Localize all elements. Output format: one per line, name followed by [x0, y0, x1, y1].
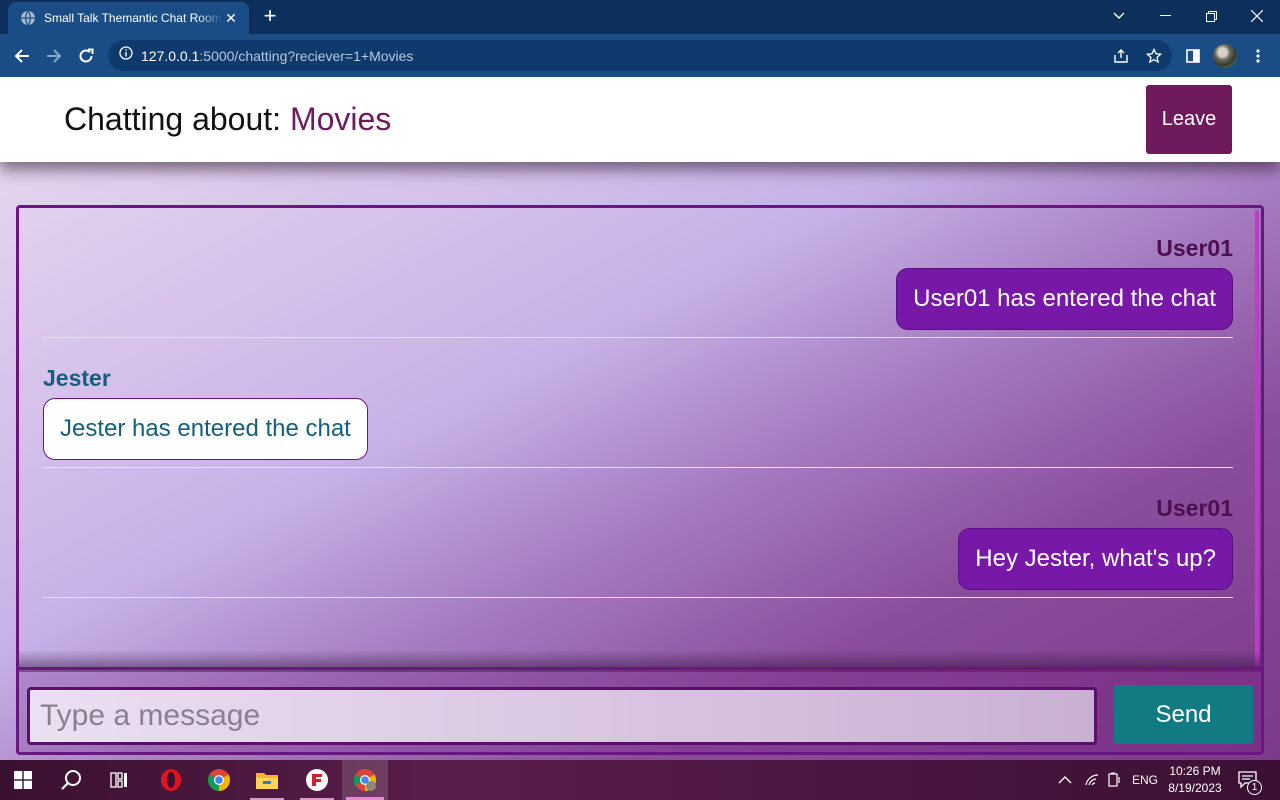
opera-browser-icon[interactable]	[148, 760, 194, 800]
minimize-button[interactable]	[1142, 0, 1188, 32]
chat-page: Chatting about: Movies Leave User01 User…	[0, 77, 1280, 760]
windows-taskbar: ENG 10:26 PM 8/19/2023 1	[0, 760, 1280, 800]
message-bubble: Hey Jester, what's up?	[958, 528, 1233, 590]
url-path: :5000/chatting?reciever=1+Movies	[199, 47, 414, 64]
tab-title: Small Talk Themantic Chat Room	[44, 11, 222, 25]
message-composer: Send	[19, 667, 1261, 752]
browser-toolbar: 127.0.0.1:5000/chatting?reciever=1+Movie…	[0, 34, 1280, 77]
side-panel-icon[interactable]	[1180, 43, 1206, 69]
back-arrow-icon[interactable]	[9, 43, 35, 69]
send-button[interactable]: Send	[1114, 685, 1253, 744]
message-sender: Jester	[43, 365, 111, 391]
reload-icon[interactable]	[73, 43, 99, 69]
message-item: Jester Jester has entered the chat	[43, 338, 1233, 468]
message-item: User01 User01 has entered the chat	[43, 208, 1233, 338]
message-list: User01 User01 has entered the chat Jeste…	[43, 208, 1233, 598]
clock-date: 8/19/2023	[1168, 781, 1222, 795]
chat-box: User01 User01 has entered the chat Jeste…	[16, 205, 1264, 755]
share-icon[interactable]	[1108, 43, 1134, 69]
chrome-browser-icon[interactable]	[196, 760, 242, 800]
windows-start-icon[interactable]	[0, 760, 46, 800]
address-bar[interactable]: 127.0.0.1:5000/chatting?reciever=1+Movie…	[108, 40, 1172, 71]
bookmark-star-icon[interactable]	[1141, 43, 1167, 69]
profile-avatar[interactable]	[1213, 44, 1237, 68]
message-bubble: Jester has entered the chat	[43, 398, 368, 460]
menu-kebab-icon[interactable]	[1245, 43, 1271, 69]
browser-tab[interactable]: Small Talk Themantic Chat Room ✕	[8, 2, 249, 34]
chrome-active-icon[interactable]	[342, 760, 388, 800]
message-input[interactable]	[27, 687, 1097, 745]
message-item: User01 Hey Jester, what's up?	[43, 468, 1233, 598]
leave-button[interactable]: Leave	[1146, 85, 1232, 154]
url-host: 127.0.0.1	[141, 47, 200, 64]
message-bubble: User01 has entered the chat	[896, 268, 1233, 330]
notification-badge: 1	[1247, 780, 1262, 795]
wifi-icon[interactable]	[1084, 760, 1100, 800]
language-indicator[interactable]: ENG	[1132, 760, 1158, 800]
tab-search-chevron-icon[interactable]	[1096, 0, 1142, 32]
notification-center-icon[interactable]: 1	[1238, 760, 1262, 800]
clock-time: 10:26 PM	[1169, 764, 1221, 778]
message-sender: User01	[1156, 495, 1233, 521]
foxit-reader-icon[interactable]	[294, 760, 340, 800]
system-clock[interactable]: 10:26 PM 8/19/2023	[1162, 763, 1228, 797]
close-tab-icon[interactable]: ✕	[223, 10, 239, 27]
battery-icon[interactable]	[1108, 760, 1120, 800]
tray-chevron-up-icon[interactable]	[1058, 760, 1072, 800]
file-explorer-icon[interactable]	[244, 760, 290, 800]
page-title: Chatting about: Movies	[64, 101, 391, 138]
browser-tab-strip: Small Talk Themantic Chat Room ✕ +	[0, 0, 1280, 34]
globe-icon	[20, 10, 36, 26]
room-name: Movies	[289, 101, 392, 137]
new-tab-button[interactable]: +	[258, 5, 282, 29]
restore-button[interactable]	[1188, 0, 1234, 32]
title-prefix: Chatting about:	[64, 101, 290, 137]
message-sender: User01	[1156, 235, 1233, 261]
search-icon[interactable]	[48, 760, 94, 800]
close-window-button[interactable]	[1234, 0, 1280, 32]
forward-arrow-icon[interactable]	[41, 43, 67, 69]
site-info-icon[interactable]	[119, 46, 133, 65]
task-view-icon[interactable]	[96, 760, 142, 800]
chat-header: Chatting about: Movies Leave	[0, 77, 1280, 162]
scrollbar-thumb[interactable]	[1255, 210, 1259, 666]
